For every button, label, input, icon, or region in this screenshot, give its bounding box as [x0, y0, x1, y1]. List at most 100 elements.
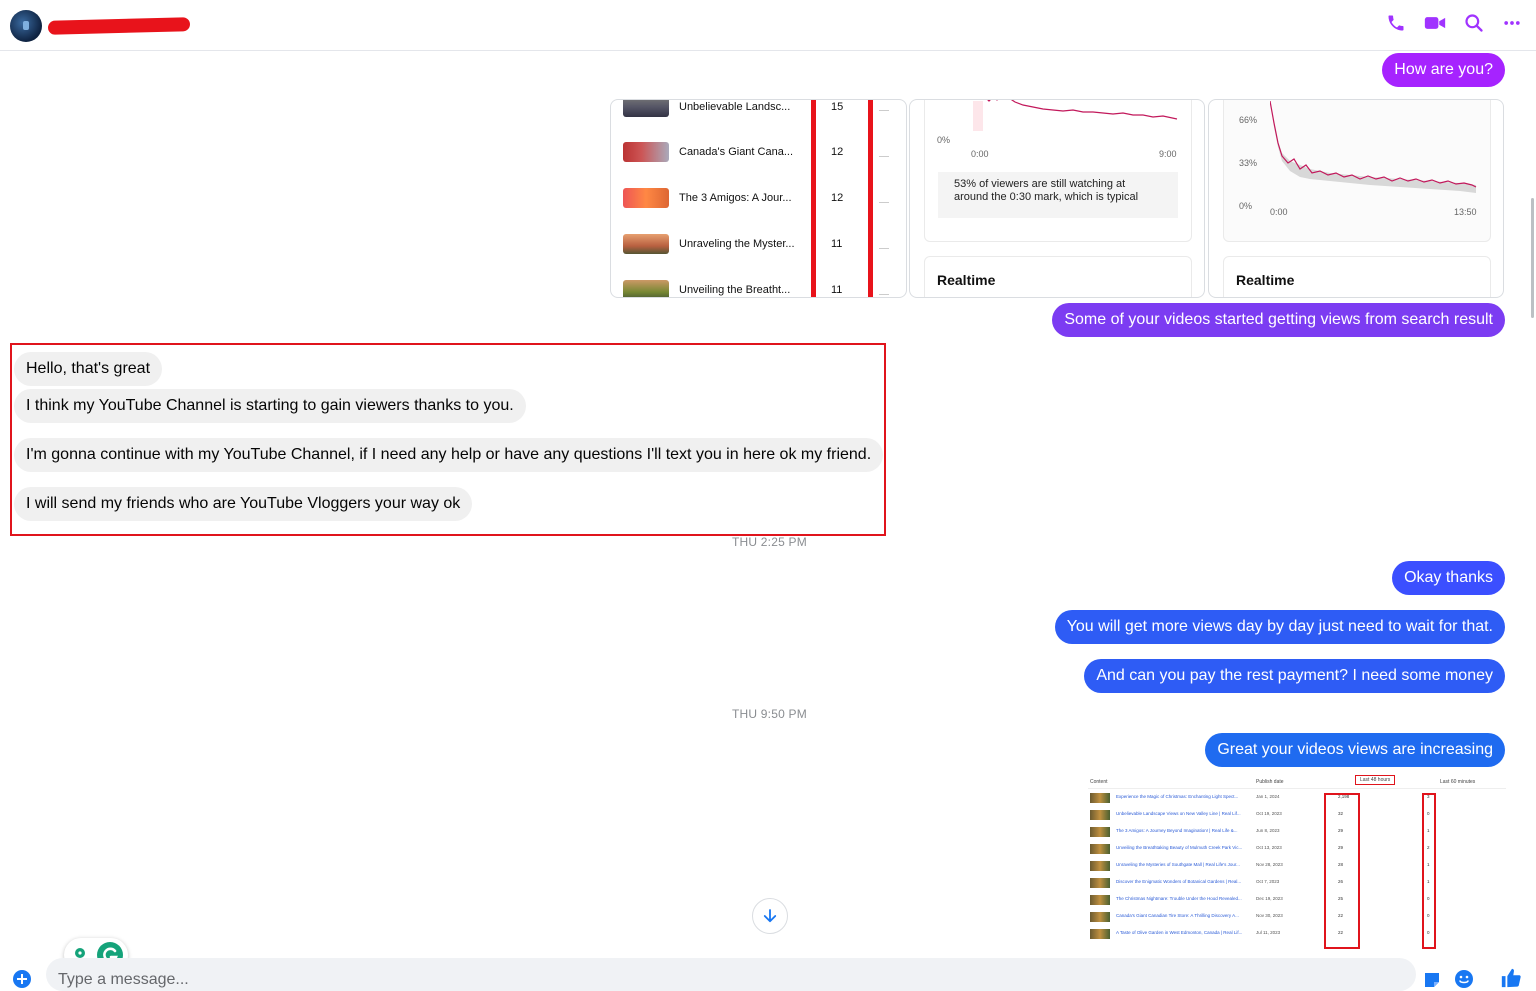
- video-thumbnail: [1090, 827, 1110, 837]
- video-thumbnail: [623, 280, 669, 297]
- table-row: The Christmas Nightmare: Trouble Under t…: [1088, 894, 1506, 906]
- x-tick-start: 0:00: [1270, 207, 1288, 217]
- video-title: Unraveling the Mysteries of Southgate Ma…: [1116, 862, 1240, 867]
- table-row: Canada's Giant Canadian Tire Store: A Th…: [1088, 911, 1506, 923]
- highlight-bar: [868, 100, 873, 297]
- highlight-box: [1422, 793, 1436, 949]
- video-thumbnail: [1090, 912, 1110, 922]
- messenger-window: How are you? Unbelievable Landsc... 15 Ca…: [0, 0, 1536, 991]
- scroll-to-bottom-button[interactable]: [752, 898, 788, 934]
- search-icon[interactable]: [1464, 13, 1484, 33]
- y-tick: 66%: [1239, 115, 1258, 125]
- x-tick-start: 0:00: [971, 149, 989, 159]
- table-row: Experience the Magic of Christmas: Encha…: [1088, 792, 1506, 804]
- video-thumbnail: [1090, 861, 1110, 871]
- publish-date: Jul 11, 2023: [1256, 930, 1281, 935]
- video-title: Experience the Magic of Christmas: Encha…: [1116, 794, 1239, 799]
- analytics-image-table[interactable]: Content Publish date Last 48 hours Last …: [1088, 771, 1506, 949]
- publish-date: Dec 19, 2023: [1256, 896, 1283, 901]
- y-tick: 0%: [1239, 201, 1253, 211]
- video-title: A Taste of Olive Garden in West Edmonton…: [1116, 930, 1243, 935]
- retention-note-line2: around the 0:30 mark, which is typical: [954, 191, 1139, 203]
- message-input[interactable]: [46, 958, 1416, 991]
- message-composer: [0, 958, 1536, 991]
- realtime-label: Realtime: [1236, 272, 1295, 288]
- highlight-box: [1324, 793, 1360, 949]
- table-header: Last 60 minutes: [1440, 779, 1476, 785]
- add-icon[interactable]: [12, 969, 32, 989]
- video-title: Canada's Giant Canadian Tire Store: A Th…: [1116, 913, 1239, 918]
- publish-date: Oct 19, 2023: [1256, 811, 1282, 816]
- retention-note-line1: 53% of viewers are still watching at: [954, 178, 1126, 190]
- video-title: Canada's Giant Cana...: [679, 146, 794, 158]
- timestamp: THU 2:25 PM: [732, 535, 807, 549]
- publish-date: Nov 28, 2023: [1256, 862, 1283, 867]
- analytics-image-retention-1[interactable]: 0% 0:00 9:00 53% of viewers are still wa…: [909, 99, 1205, 298]
- video-thumbnail: [1090, 793, 1110, 803]
- message-incoming[interactable]: I will send my friends who are YouTube V…: [14, 487, 473, 521]
- avatar[interactable]: [10, 10, 42, 42]
- x-tick-end: 9:00: [1159, 149, 1177, 159]
- message-outgoing[interactable]: Great your videos views are increasing: [1205, 733, 1505, 767]
- table-row: A Taste of Olive Garden in West Edmonton…: [1088, 928, 1506, 940]
- timestamp: THU 9:50 PM: [732, 707, 807, 721]
- video-title: Discover the Enigmatic Wonders of Botani…: [1116, 879, 1242, 884]
- video-thumbnail: [623, 234, 669, 254]
- video-thumbnail: [1090, 929, 1110, 939]
- video-thumbnail: [1090, 810, 1110, 820]
- video-title: Unraveling the Myster...: [679, 238, 795, 250]
- sticker-icon[interactable]: [1422, 970, 1442, 990]
- video-value: 12: [831, 192, 844, 204]
- message-outgoing[interactable]: And can you pay the rest payment? I need…: [1084, 659, 1505, 693]
- arrow-down-icon: [763, 909, 777, 923]
- message-outgoing[interactable]: Okay thanks: [1392, 561, 1505, 595]
- redaction-mark: [47, 17, 191, 35]
- message-incoming[interactable]: I think my YouTube Channel is starting t…: [14, 389, 526, 423]
- scrollbar[interactable]: [1531, 198, 1534, 318]
- y-tick: 33%: [1239, 158, 1258, 168]
- divider: [1088, 788, 1506, 789]
- analytics-image-retention-2[interactable]: 66% 33% 0% 0:00 13:50 Realtime: [1208, 99, 1504, 298]
- video-value: 12: [831, 146, 844, 158]
- video-thumbnail: [1090, 878, 1110, 888]
- video-thumbnail: [623, 142, 669, 162]
- table-header: Last 48 hours: [1355, 775, 1396, 785]
- more-options-icon[interactable]: [1502, 13, 1522, 33]
- video-title: The 3 Amigos: A Jour...: [679, 192, 792, 204]
- like-icon[interactable]: [1500, 967, 1522, 989]
- message-outgoing[interactable]: Some of your videos started getting view…: [1052, 303, 1505, 337]
- video-value: 15: [831, 101, 844, 113]
- message-outgoing[interactable]: How are you?: [1382, 53, 1505, 87]
- retention-line: [1270, 101, 1477, 193]
- realtime-label: Realtime: [937, 272, 996, 288]
- video-value: 11: [831, 238, 843, 250]
- sparkline-column: [879, 100, 893, 297]
- video-title: The 3 Amigos: A Journey Beyond Imaginati…: [1116, 828, 1238, 833]
- video-title: The Christmas Nightmare: Trouble Under t…: [1116, 896, 1242, 901]
- retention-line: [987, 100, 1178, 120]
- phone-icon[interactable]: [1386, 13, 1406, 33]
- message-incoming[interactable]: Hello, that's great: [14, 352, 163, 386]
- message-outgoing[interactable]: You will get more views day by day just …: [1054, 610, 1505, 644]
- publish-date: Oct 7, 2023: [1256, 879, 1280, 884]
- video-camera-icon[interactable]: [1424, 13, 1446, 33]
- table-row: Discover the Enigmatic Wonders of Botani…: [1088, 877, 1506, 889]
- table-row: Unbelievable Landscape Views on New Vall…: [1088, 809, 1506, 821]
- table-header: Content: [1090, 779, 1108, 785]
- table-header: Publish date: [1256, 779, 1284, 785]
- conversation-header: [0, 0, 1536, 51]
- video-title: Unveiling the Breatht...: [679, 284, 791, 296]
- table-row: The 3 Amigos: A Journey Beyond Imaginati…: [1088, 826, 1506, 838]
- video-thumbnail: [623, 188, 669, 208]
- video-value: 11: [831, 284, 843, 296]
- retention-note: 53% of viewers are still watching at aro…: [938, 172, 1178, 218]
- video-thumbnail: [1090, 895, 1110, 905]
- publish-date: Oct 13, 2023: [1256, 845, 1282, 850]
- emoji-icon[interactable]: [1454, 969, 1474, 989]
- y-tick: 0%: [937, 135, 951, 145]
- retention-chart-panel: 66% 33% 0% 0:00 13:50: [1223, 100, 1491, 242]
- video-title: Unbelievable Landsc...: [679, 101, 791, 113]
- analytics-image-top-videos[interactable]: Unbelievable Landsc... 15 Canada's Giant …: [610, 99, 907, 298]
- retention-chart-panel: 0% 0:00 9:00 53% of viewers are still wa…: [924, 100, 1192, 242]
- message-incoming[interactable]: I'm gonna continue with my YouTube Chann…: [14, 438, 884, 472]
